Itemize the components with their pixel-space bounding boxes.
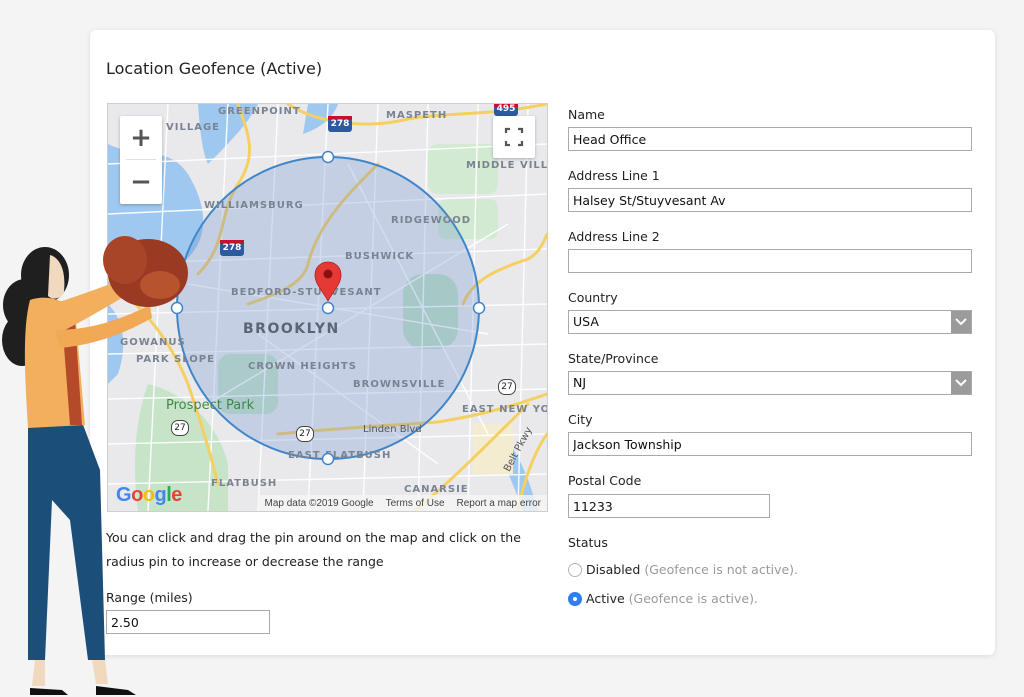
range-input[interactable] [106, 610, 270, 634]
radius-handles [170, 150, 486, 466]
radius-handle-right [472, 301, 486, 315]
zoom-control: + − [120, 116, 162, 204]
country-selected-value: USA [573, 314, 599, 329]
postal-code-input[interactable] [568, 494, 770, 518]
center-handle [321, 301, 335, 315]
shoe-shape [96, 686, 136, 695]
zoom-in-button[interactable]: + [120, 116, 162, 159]
page-title: Location Geofence (Active) [106, 59, 323, 78]
address-line-2-label: Address Line 2 [568, 229, 660, 244]
zoom-out-button[interactable]: − [120, 160, 162, 203]
logo-letter: o [142, 484, 155, 506]
terms-of-use-link[interactable]: Terms of Use [386, 498, 445, 509]
state-selected-value: NJ [573, 375, 587, 390]
logo-letter: o [131, 484, 143, 506]
chevron-down-icon[interactable] [951, 372, 971, 394]
address-line-2-input[interactable] [568, 249, 972, 273]
status-active-label: Active [586, 591, 625, 606]
google-logo: Google [116, 484, 182, 507]
city-label: City [568, 412, 593, 427]
radius-handle-left [170, 301, 184, 315]
status-label: Status [568, 535, 608, 550]
radio-active[interactable] [568, 591, 582, 606]
map-data-attribution: Map data ©2019 Google [264, 497, 374, 509]
state-province-select[interactable]: NJ [568, 371, 972, 395]
radio-disabled[interactable] [568, 562, 582, 577]
status-active-hint: (Geofence is active). [628, 591, 758, 606]
logo-letter: e [171, 484, 182, 506]
name-input[interactable] [568, 127, 972, 151]
shoe-shape [30, 688, 68, 695]
map-pin-icon [314, 261, 342, 302]
address-line-1-input[interactable] [568, 188, 972, 212]
logo-letter: g [154, 484, 167, 506]
range-label: Range (miles) [106, 590, 193, 605]
geofence-card: Location Geofence (Active) GREENPOINT MA… [90, 30, 995, 655]
shirt-shape [24, 297, 86, 428]
map-view[interactable]: GREENPOINT MASPETH VILLAGE MIDDLE VILLA … [107, 103, 548, 512]
fullscreen-button[interactable] [493, 116, 535, 158]
report-map-error-link[interactable]: Report a map error [457, 498, 541, 509]
map-help-text: You can click and drag the pin around on… [106, 530, 521, 569]
postal-code-label: Postal Code [568, 473, 642, 488]
status-disabled-label: Disabled [586, 562, 641, 577]
city-input[interactable] [568, 432, 972, 456]
address-line-1-label: Address Line 1 [568, 168, 660, 183]
country-label: Country [568, 290, 618, 305]
status-option-disabled[interactable]: Disabled (Geofence is not active). [568, 562, 798, 577]
name-label: Name [568, 107, 605, 122]
radius-handle-top [321, 150, 335, 164]
radius-handle-bottom [321, 452, 335, 466]
state-province-label: State/Province [568, 351, 659, 366]
country-select[interactable]: USA [568, 310, 972, 334]
map-footer: Map data ©2019 Google Terms of Use Repor… [258, 495, 547, 511]
hair-shape [2, 247, 69, 366]
status-disabled-hint: (Geofence is not active). [644, 562, 799, 577]
status-option-active[interactable]: Active (Geofence is active). [568, 591, 758, 606]
fullscreen-icon [504, 127, 524, 147]
chevron-down-icon[interactable] [951, 311, 971, 333]
logo-letter: G [116, 484, 132, 506]
